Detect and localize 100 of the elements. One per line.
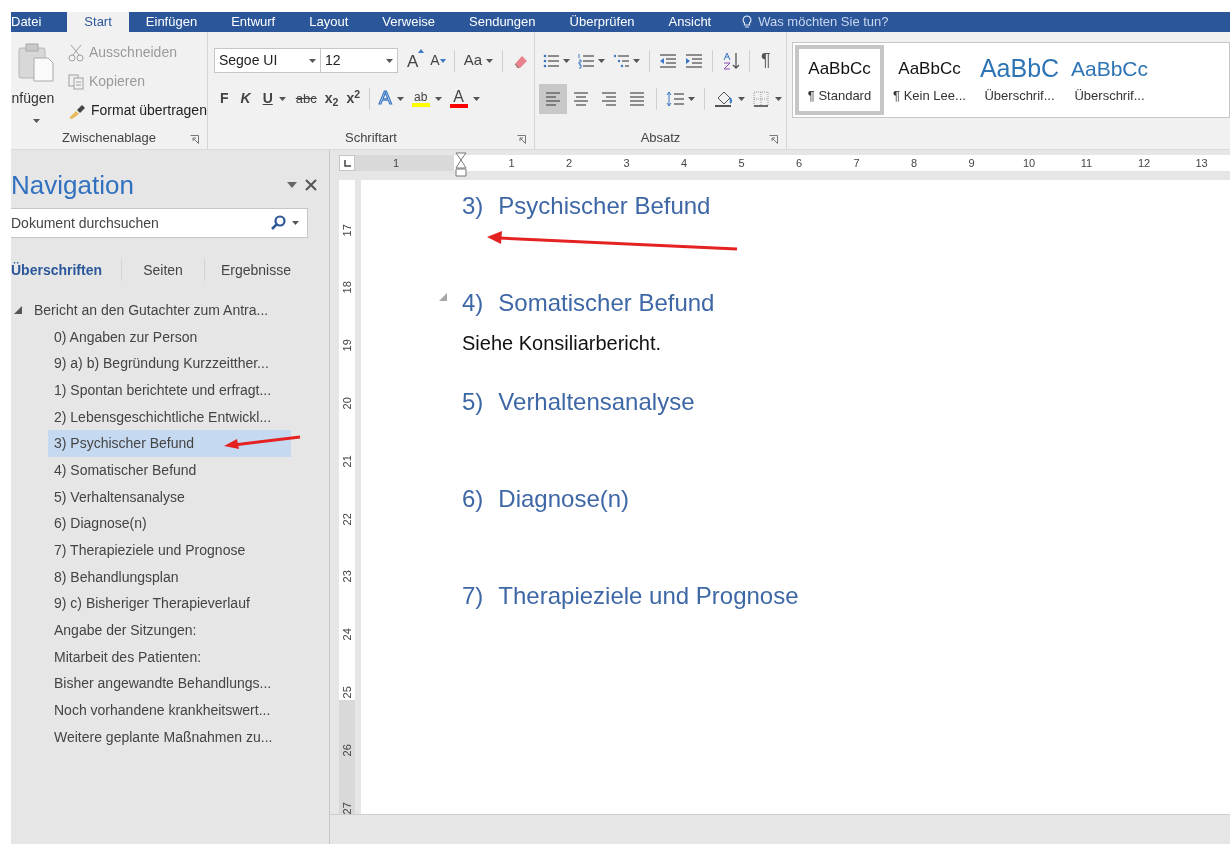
search-input[interactable]: Dokument durchsuchen [11,212,270,234]
ribbon-tab[interactable]: Verweise [365,12,453,32]
ruler-number: 11 [1079,156,1094,171]
shrink-font-button[interactable]: A [427,48,449,73]
ribbon-tab[interactable]: Start [67,12,129,32]
copy-icon [67,72,85,91]
caret-icon [633,58,640,63]
pane-tab[interactable]: Überschriften [11,255,121,285]
heading-item[interactable]: 9) a) b) Begründung Kurzzeitther... [48,350,291,378]
scissors-icon [67,43,85,62]
heading-item[interactable]: Bericht an den Gutachter zum Antra... [11,297,311,324]
font-size-dropdown[interactable]: 12 [320,48,398,73]
heading-item[interactable]: Angabe der Sitzungen: [48,617,291,644]
ribbon-tab[interactable]: Entwurf [214,12,293,32]
italic-button[interactable]: K [234,86,257,111]
ribbon-tab[interactable]: Datei [11,12,68,32]
style-item[interactable]: AaBbCc ¶ Standard [795,45,884,115]
indent-marker-icon[interactable] [455,152,467,180]
caret-icon [434,96,442,101]
document-heading: Verhaltensanalyse [498,387,695,417]
clipboard-action[interactable]: Format übertragen [67,96,207,125]
ribbon-tab[interactable]: Layout [292,12,366,32]
caret-icon [775,96,782,101]
superscript-button[interactable]: x$^{2}$ [342,86,364,111]
ruler-number: 20 [339,397,354,410]
heading-item[interactable]: Noch vorhandene krankheitswert... [48,697,291,724]
heading-item[interactable]: 6) Diagnose(n) [48,510,291,538]
close-icon [305,179,317,191]
caret-icon [688,96,695,101]
ribbon-tab[interactable]: Sendungen [452,12,553,32]
ruler-number: 27 [339,801,354,814]
ruler-number: 22 [339,512,354,525]
ruler-number: 1 [391,156,401,171]
dialog-launcher-icon[interactable] [769,135,778,144]
expanded-triangle-icon[interactable] [14,306,22,315]
grow-font-button[interactable]: A [403,48,428,73]
heading-number: 4) [462,288,484,318]
strikethrough-button[interactable]: abc [291,86,321,111]
caret-icon [563,58,570,63]
search-field[interactable]: Dokument durchsuchen [11,208,308,238]
heading-item[interactable]: 8) Behandlungsplan [48,563,291,591]
ruler-number: 6 [794,156,804,171]
heading-number: 3) [462,191,484,221]
caret-icon [396,96,404,101]
ruler-number: 2 [564,156,574,171]
font-name-dropdown[interactable]: Segoe UI [213,48,321,73]
borders-icon [753,90,769,107]
pane-tab[interactable]: Seiten [122,255,204,285]
group-label: Absatz [640,129,681,148]
ruler-number: 26 [339,743,354,757]
underline-button[interactable]: U [256,86,292,111]
heading-item[interactable]: 9) c) Bisheriger Therapieverlauf [48,590,291,618]
ruler-number: 17 [339,223,354,236]
heading-item[interactable]: 3) Psychischer Befund [48,430,291,458]
bold-button[interactable]: F [213,86,235,111]
collapse-triangle-icon[interactable] [439,293,447,301]
group-label: Zwischenablage [62,129,156,148]
heading-item[interactable]: 1) Spontan berichtete und erfragt... [48,377,291,404]
ruler-number: 19 [339,339,354,352]
heading-item[interactable]: 5) Verhaltensanalyse [48,483,291,511]
dialog-launcher-icon[interactable] [517,135,526,144]
align-button[interactable] [539,83,567,114]
subscript-button[interactable]: x$_{2}$ [320,86,343,111]
lightbulb-icon [742,15,753,29]
search-icon [270,215,286,231]
show-formatting-button[interactable]: ¶ [755,48,777,73]
ruler-number: 24 [339,628,354,641]
align-left-icon [545,90,561,107]
heading-item[interactable]: 0) Angaben zur Person [48,323,291,351]
heading-item[interactable]: 7) Therapieziele und Prognose [48,537,291,564]
caret-icon [598,58,605,63]
dialog-launcher-icon[interactable] [189,135,199,144]
heading-item[interactable]: Weitere geplante Maßnahmen zu... [48,724,291,751]
align-right-icon [601,90,617,107]
change-case-button[interactable]: Aa [459,48,497,73]
tell-me-field[interactable]: Was möchten Sie tun? [758,12,889,32]
ribbon-tab[interactable]: Ansicht [651,12,729,32]
bullet-list-icon [543,52,559,69]
heading-item[interactable]: Bisher angewandte Behandlungs... [48,670,291,698]
ruler-number: 3 [622,156,631,171]
ribbon-tab[interactable]: Überprüfen [552,12,652,32]
ruler-number: 21 [339,454,354,468]
highlight-button[interactable]: ab [407,86,446,111]
ribbon-tab[interactable]: Einfügen [128,12,215,32]
heading-item[interactable]: 2) Lebensgeschichtliche Entwickl... [48,403,291,431]
paste-button[interactable]: nfügen [11,32,61,127]
tab-selector[interactable] [339,155,355,171]
pane-tab[interactable]: Ergebnisse [205,255,307,285]
line-spacing-icon [666,90,684,107]
heading-item[interactable]: 4) Somatischer Befund [48,457,291,484]
ruler-number: 18 [339,281,354,294]
clipboard-icon [18,42,54,82]
heading-item[interactable]: Mitarbeit des Patienten: [48,643,291,671]
caret-icon [486,58,493,63]
caret-icon [278,96,286,101]
font-color-button[interactable]: A [445,86,484,111]
document-heading: Diagnose(n) [498,484,630,514]
sort-icon [722,51,740,70]
document-heading: Psychischer Befund [498,191,711,221]
numbered-list-icon [578,52,594,69]
